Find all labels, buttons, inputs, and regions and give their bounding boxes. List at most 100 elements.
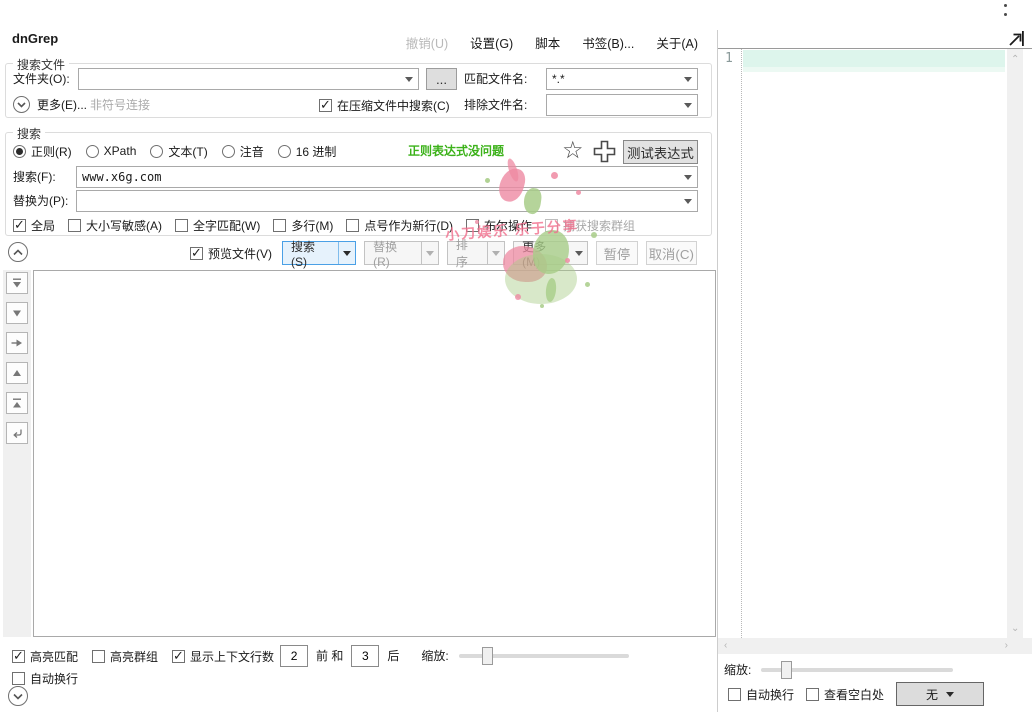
chevron-down-icon[interactable] [405, 77, 413, 82]
previous-file-button[interactable] [6, 392, 28, 414]
wrap-text-checkbox[interactable]: 自动换行 [12, 667, 78, 689]
mode-hex-radio[interactable]: 16 进制 [278, 140, 337, 162]
open-in-window-button[interactable] [1008, 30, 1025, 47]
preview-vertical-scrollbar[interactable]: ⌃ ⌄ [1007, 49, 1023, 638]
option-whole-word-checkbox[interactable]: 全字匹配(W) [175, 214, 260, 236]
radio-icon [13, 145, 26, 158]
highlight-matches-checkbox[interactable]: 高亮匹配 [12, 645, 78, 667]
view-whitespace-checkbox[interactable]: 查看空白处 [806, 683, 884, 705]
mode-regex-radio[interactable]: 正则(R) [13, 140, 72, 162]
wrap-lines-button[interactable] [6, 422, 28, 444]
checkbox-icon [806, 688, 819, 701]
preview-file-checkbox[interactable]: 预览文件(V) [190, 242, 272, 264]
context-before-input[interactable] [280, 645, 308, 667]
folder-combobox[interactable] [78, 68, 419, 90]
results-zoom-slider[interactable] [459, 647, 629, 665]
context-after-input[interactable] [351, 645, 379, 667]
option-boolean-operators-checkbox[interactable]: 布尔操作 [466, 214, 532, 236]
search-for-value: www.x6g.com [82, 170, 680, 184]
cancel-button: 取消(C) [646, 241, 697, 265]
highlight-groups-checkbox[interactable]: 高亮群组 [92, 645, 158, 667]
chevron-down-icon[interactable] [684, 103, 692, 108]
option-multiline-checkbox[interactable]: 多行(M) [273, 214, 333, 236]
preview-horizontal-scrollbar[interactable]: ‹ › [718, 638, 1032, 654]
expand-footer-expander[interactable] [8, 686, 28, 706]
line-number: 1 [725, 51, 733, 66]
results-zoom-label: 缩放: [421, 645, 448, 667]
menu-about[interactable]: 关于(A) [656, 33, 698, 52]
checkbox-icon [68, 219, 81, 232]
checkbox-icon [172, 650, 185, 663]
chevron-down-icon[interactable] [684, 77, 692, 82]
preview-wrap-checkbox[interactable]: 自动换行 [728, 683, 794, 705]
chevron-down-icon [343, 251, 351, 256]
dngrep-window: dnGrep 撤销(U) 设置(G) 脚本 书签(B)... 关于(A) 搜索文… [0, 0, 1032, 712]
preview-options-row: 自动换行 查看空白处 无 [728, 682, 984, 706]
mode-xpath-radio[interactable]: XPath [86, 140, 137, 162]
slider-thumb[interactable] [482, 647, 493, 665]
syntax-dropdown[interactable]: 无 [896, 682, 984, 706]
replace-with-combobox[interactable] [76, 190, 698, 212]
previous-match-icon [10, 366, 24, 380]
scroll-left-icon[interactable]: ‹ [724, 641, 727, 651]
search-for-combobox[interactable]: www.x6g.com [76, 166, 698, 188]
sort-dropdown-button [488, 242, 504, 264]
chevron-down-icon[interactable] [684, 199, 692, 204]
action-buttons-row: 预览文件(V) 搜索(S) 替换(R) 排序 更多(M) 暂停 取消(C) [190, 240, 697, 266]
chevron-down-icon[interactable] [684, 175, 692, 180]
search-button-label[interactable]: 搜索(S) [283, 242, 338, 264]
search-dropdown-button[interactable] [339, 242, 355, 264]
preview-pane[interactable]: 1 ⌃ ⌄ [718, 48, 1032, 638]
option-global-checkbox[interactable]: 全局 [13, 214, 55, 236]
current-line-highlight-secondary [743, 67, 1005, 72]
window-gripper-dot [1004, 4, 1007, 7]
slider-thumb[interactable] [781, 661, 792, 679]
checkbox-icon [319, 99, 332, 112]
preview-file-label: 预览文件(V) [208, 245, 272, 262]
next-match-button[interactable] [6, 302, 28, 324]
results-list[interactable] [33, 270, 716, 637]
preview-zoom-slider[interactable] [761, 661, 953, 679]
preview-zoom-label: 缩放: [724, 659, 751, 681]
menu-script[interactable]: 脚本 [535, 33, 560, 52]
search-button[interactable]: 搜索(S) [282, 241, 356, 265]
option-boolean-operators-label: 布尔操作 [484, 217, 532, 234]
sort-button: 排序 [447, 241, 505, 265]
menu-bar: 撤销(U) 设置(G) 脚本 书签(B)... 关于(A) [406, 33, 698, 52]
browse-folder-button[interactable]: ... [426, 68, 457, 90]
sort-button-label: 排序 [448, 242, 488, 264]
more-options-expander[interactable] [13, 96, 30, 113]
replace-with-label: 替换为(P): [13, 190, 68, 212]
plus-icon[interactable] [592, 139, 617, 164]
exclude-filename-combobox[interactable] [546, 94, 698, 116]
test-expression-button[interactable]: 测试表达式 [623, 140, 698, 164]
search-group: 搜索 正则(R) XPath 文本(T) 注音 16 进制 正则表达式没问题 ☆… [5, 132, 712, 236]
follow-symlinks-label: 非符号连接 [90, 94, 150, 116]
more-button[interactable]: 更多(M) [513, 241, 588, 265]
menu-settings[interactable]: 设置(G) [470, 33, 513, 52]
option-dot-as-newline-checkbox[interactable]: 点号作为新行(D) [346, 214, 453, 236]
more-options-label[interactable]: 更多(E)... [37, 94, 87, 116]
search-archives-label: 在压缩文件中搜索(C) [337, 97, 450, 114]
option-case-sensitive-checkbox[interactable]: 大小写敏感(A) [68, 214, 162, 236]
collapse-form-expander[interactable] [8, 242, 28, 262]
scroll-right-icon[interactable]: › [1005, 641, 1008, 651]
next-file-button[interactable] [6, 272, 28, 294]
menu-bookmarks[interactable]: 书签(B)... [582, 33, 634, 52]
match-filename-combobox[interactable]: *.* [546, 68, 698, 90]
checkbox-icon [346, 219, 359, 232]
show-context-lines-label: 显示上下文行数 [190, 648, 274, 665]
search-archives-checkbox[interactable]: 在压缩文件中搜索(C) [319, 94, 450, 116]
checkbox-icon [12, 650, 25, 663]
star-icon[interactable]: ☆ [562, 138, 584, 164]
show-context-lines-checkbox[interactable]: 显示上下文行数 [172, 645, 274, 667]
more-dropdown-button[interactable] [571, 242, 587, 264]
scroll-down-icon[interactable]: ⌄ [1011, 624, 1019, 634]
current-match-button[interactable] [6, 332, 28, 354]
replace-button-label: 替换(R) [365, 242, 421, 264]
previous-match-button[interactable] [6, 362, 28, 384]
mode-phonetic-radio[interactable]: 注音 [222, 140, 264, 162]
mode-text-radio[interactable]: 文本(T) [150, 140, 207, 162]
scroll-up-icon[interactable]: ⌃ [1011, 55, 1019, 65]
more-button-label[interactable]: 更多(M) [514, 242, 571, 264]
